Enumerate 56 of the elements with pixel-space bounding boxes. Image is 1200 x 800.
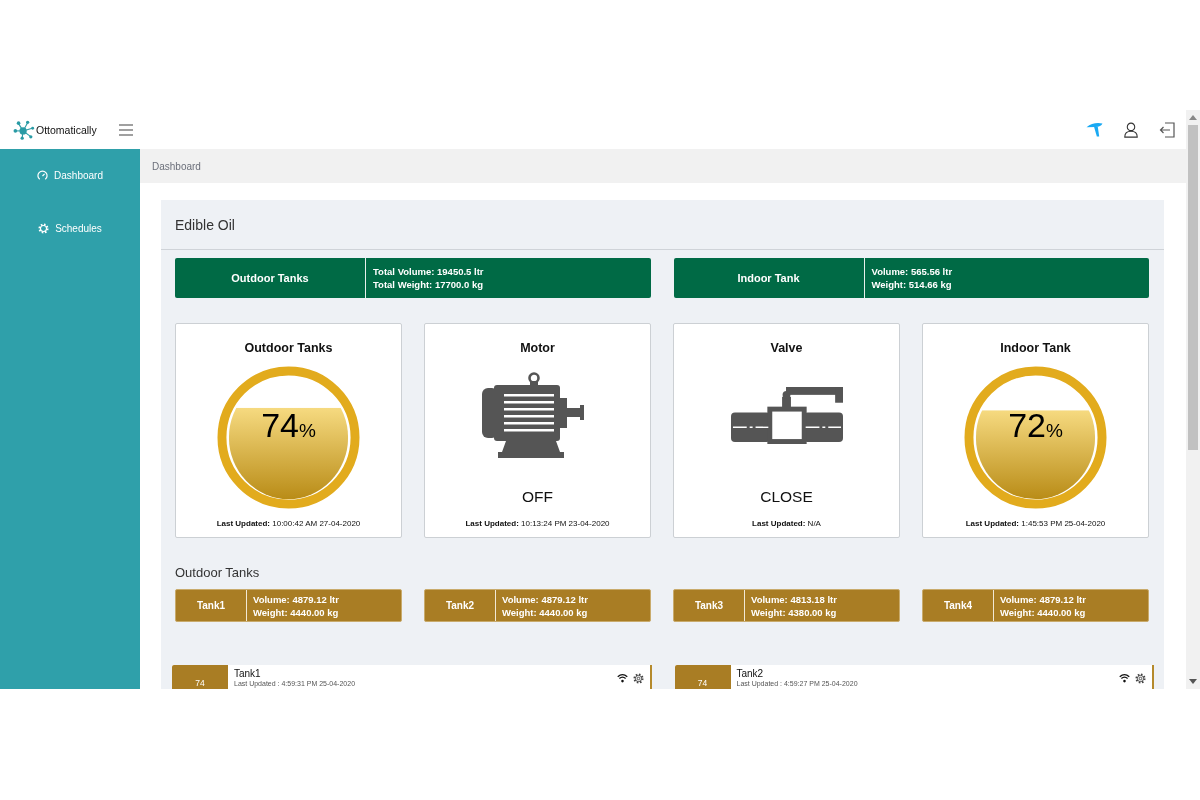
level-badge: 74 <box>172 665 228 689</box>
logout-icon[interactable] <box>1159 121 1175 138</box>
tank-name: Tank4 <box>943 600 973 611</box>
wifi-icon <box>1119 673 1130 683</box>
tank-value: Volume: 4813.18 ltr <box>751 592 837 606</box>
tank-name: Tank3 <box>694 600 724 611</box>
tank-value: Volume: 4879.12 ltr <box>253 592 339 606</box>
tank-name: Tank2 <box>736 668 764 679</box>
scroll-down-icon[interactable] <box>1189 679 1197 684</box>
tank-value: Weight: 4440.00 kg <box>253 605 339 619</box>
tank-value: Volume: 4879.12 ltr <box>502 592 588 606</box>
settings-icon[interactable] <box>1135 673 1146 684</box>
propeller-icon[interactable] <box>1086 122 1103 137</box>
menu-icon[interactable] <box>119 123 133 136</box>
gauge-reading: 72% <box>1008 407 1063 446</box>
gauge-reading: 74% <box>261 407 316 446</box>
sidebar-item[interactable]: Dashboard <box>37 170 103 181</box>
card-title: Outdoor Tanks <box>244 340 333 356</box>
last-updated: Last Updated: 10:00:42 AM 27-04-2020 <box>216 519 361 529</box>
wifi-icon <box>616 673 628 683</box>
summary-value: Volume: 565.56 ltr <box>871 265 953 278</box>
gauge-icon <box>37 170 49 181</box>
valve-status: CLOSE <box>760 487 813 507</box>
tank-value: Weight: 4380.00 kg <box>751 605 837 619</box>
summary-value: Total Weight: 17700.0 kg <box>373 278 484 291</box>
scrollbar[interactable] <box>1186 110 1200 689</box>
valve-icon <box>730 386 843 444</box>
summary-label: Indoor Tank <box>737 272 800 284</box>
motor-status: OFF <box>522 487 553 507</box>
level-badge: 74 <box>674 665 731 689</box>
tank-name: Tank1 <box>234 668 261 679</box>
gear-icon <box>38 223 50 234</box>
summary-label: Outdoor Tanks <box>231 272 309 284</box>
molecule-logo-icon <box>13 119 35 140</box>
last-updated: Last Updated: 1:45:53 PM 25-04-2020 <box>965 519 1106 529</box>
scroll-up-icon[interactable] <box>1189 115 1197 120</box>
tank-name: Tank1 <box>196 600 226 611</box>
breadcrumb-link[interactable]: Dashboard <box>152 160 201 172</box>
tank-name: Tank2 <box>445 600 475 611</box>
brand-name: Ottomatically <box>36 123 97 136</box>
summary-value: Total Volume: 19450.5 ltr <box>373 265 484 278</box>
tank-value: Weight: 4440.00 kg <box>502 605 588 619</box>
sidebar-item[interactable]: Schedules <box>38 223 102 234</box>
section-title: Outdoor Tanks <box>175 565 260 581</box>
user-icon[interactable] <box>1123 121 1139 138</box>
tank-value: Volume: 4879.12 ltr <box>1000 592 1086 606</box>
last-updated: Last Updated: 10:13:24 PM 23-04-2020 <box>465 519 610 529</box>
scrollbar-thumb[interactable] <box>1188 125 1198 450</box>
summary-value: Weight: 514.66 kg <box>871 278 953 291</box>
last-updated: Last Updated: N/A <box>752 519 821 529</box>
panel-title: Edible Oil <box>175 216 235 233</box>
settings-icon[interactable] <box>632 673 644 684</box>
card-title: Valve <box>770 340 803 356</box>
card-title: Indoor Tank <box>1000 340 1071 356</box>
card-title: Motor <box>520 340 555 356</box>
tank-value: Weight: 4440.00 kg <box>1000 605 1086 619</box>
